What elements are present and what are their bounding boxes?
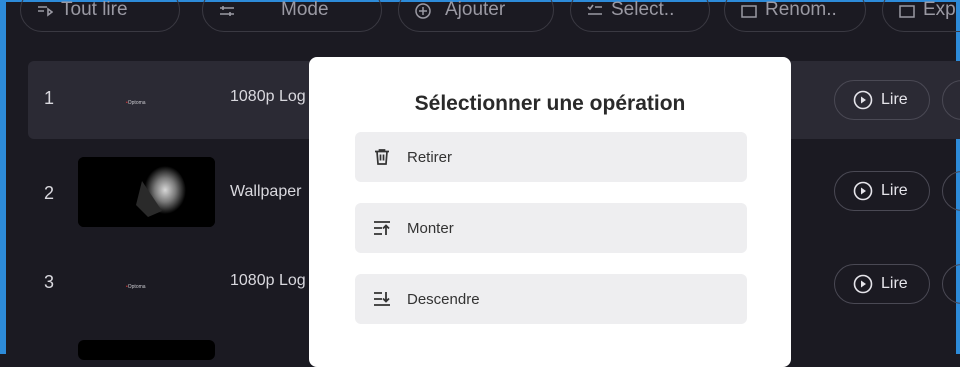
thumbnail: •Optoma	[78, 254, 215, 324]
more-button[interactable]	[942, 264, 960, 304]
play-label: Lire	[881, 182, 908, 199]
play-circle-icon	[853, 90, 873, 110]
move-down-label: Descendre	[407, 290, 480, 308]
mode-label: Mode	[281, 0, 329, 20]
rename-icon	[741, 5, 757, 18]
select-label: Select..	[611, 0, 675, 20]
play-label: Lire	[881, 91, 908, 108]
mode-button[interactable]: Mode	[202, 0, 382, 32]
play-all-button[interactable]: Tout lire	[20, 0, 180, 32]
more-button[interactable]	[942, 171, 960, 211]
row-title: Wallpaper	[230, 183, 302, 200]
select-icon	[587, 4, 602, 15]
lion-image	[78, 157, 215, 227]
move-down-option[interactable]: Descendre	[355, 274, 747, 324]
row-number: 2	[44, 183, 55, 203]
add-label: Ajouter	[445, 0, 506, 20]
row-title: 1080p Log	[230, 272, 306, 289]
select-button[interactable]: Select..	[570, 0, 710, 32]
add-button[interactable]: Ajouter	[398, 0, 554, 32]
export-label: Exp	[923, 0, 956, 20]
row-number: 1	[44, 88, 55, 108]
add-icon	[415, 3, 431, 19]
thumbnail	[78, 157, 215, 227]
play-circle-icon	[853, 181, 873, 201]
optoma-logo: •Optoma	[126, 100, 146, 106]
row-number: 3	[44, 272, 55, 292]
play-all-icon	[38, 6, 53, 17]
play-circle-icon	[853, 274, 873, 294]
move-up-option[interactable]: Monter	[355, 203, 747, 253]
play-button[interactable]: Lire	[834, 171, 930, 211]
operation-dialog: Sélectionner une opération Retirer Monte…	[309, 57, 791, 367]
trash-icon	[375, 149, 389, 165]
rename-button[interactable]: Renom..	[724, 0, 866, 32]
play-button[interactable]: Lire	[834, 80, 930, 120]
remove-option[interactable]: Retirer	[355, 132, 747, 182]
mode-icon	[220, 6, 234, 16]
export-icon	[899, 5, 915, 18]
move-up-icon	[374, 221, 390, 235]
export-button[interactable]: Exp	[882, 0, 960, 32]
optoma-logo: •Optoma	[126, 284, 146, 290]
play-all-label: Tout lire	[61, 0, 128, 20]
move-up-label: Monter	[407, 219, 454, 237]
row-title: 1080p Log	[230, 88, 306, 105]
play-button[interactable]: Lire	[834, 264, 930, 304]
thumbnail: •Optoma	[78, 70, 215, 140]
play-label: Lire	[881, 275, 908, 292]
move-down-icon	[374, 292, 390, 306]
rename-label: Renom..	[765, 0, 837, 20]
thumbnail	[78, 340, 215, 360]
more-button[interactable]	[942, 80, 960, 120]
dialog-title: Sélectionner une opération	[414, 92, 686, 115]
remove-label: Retirer	[407, 148, 453, 166]
